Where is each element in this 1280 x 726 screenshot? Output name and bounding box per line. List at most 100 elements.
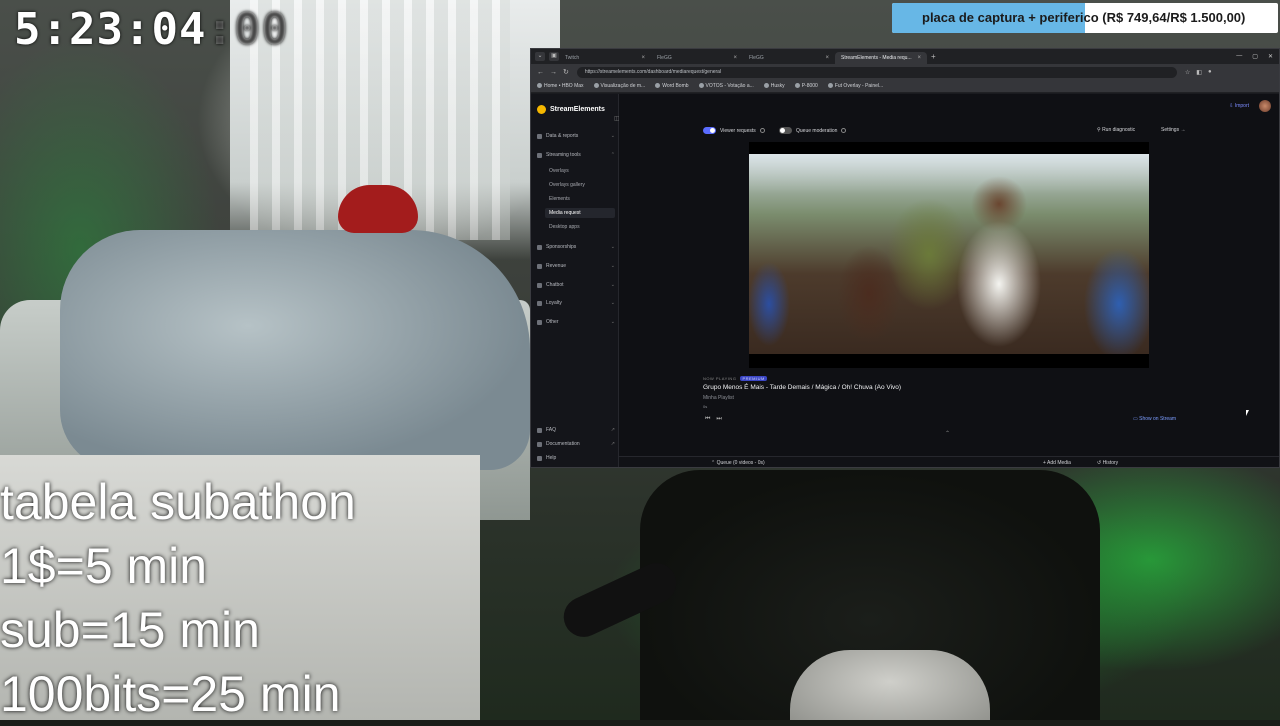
video-player[interactable]	[749, 142, 1149, 368]
sidebar-item-data-reports[interactable]: Data & reports ⌄	[537, 131, 615, 141]
now-playing-label: NOW PLAYING PREMIUM	[703, 376, 767, 381]
reload-icon[interactable]: ↻	[563, 68, 569, 76]
forward-icon[interactable]: →	[550, 69, 557, 76]
queue-bar: ⌃ Queue (0 videos - 0s) + Add Media ↺ Hi…	[619, 456, 1279, 467]
sidebar-item-desktop-apps[interactable]: Desktop apps	[545, 222, 615, 232]
info-icon[interactable]	[759, 128, 765, 133]
tab-streamelements[interactable]: StreamElements - Media requ... ×	[835, 52, 927, 64]
sidebar-item-streaming-tools[interactable]: Streaming tools ⌃	[537, 150, 615, 160]
run-diagnostic-label: Run diagnostic	[1102, 127, 1136, 133]
bookmark[interactable]: Fut Overlay - Painel...	[827, 83, 884, 89]
skip-forward-icon[interactable]: ⏭	[716, 416, 721, 423]
browser-window: ⌄ ▣ Twitch × FleGG × FleGG × StreamElements…	[530, 48, 1280, 468]
bookmark[interactable]: VOTOS - Votação a...	[698, 83, 754, 89]
bookmark-icon	[537, 83, 542, 89]
settings-button[interactable]: Settings →	[1161, 127, 1185, 133]
table-line: 100bits=25 min	[0, 666, 341, 722]
queue-label: Queue (0 videos - 0s)	[716, 460, 765, 466]
new-tab-icon[interactable]: +	[931, 52, 936, 61]
chevron-down-icon: ⌄	[610, 133, 615, 139]
close-icon[interactable]: ×	[825, 55, 829, 61]
sleeping-person-head	[338, 185, 418, 233]
tab-flegg-2[interactable]: FleGG ×	[743, 52, 835, 64]
close-icon[interactable]: ×	[641, 55, 645, 61]
run-diagnostic-button[interactable]: ⚲ Run diagnostic	[1097, 127, 1135, 133]
info-icon[interactable]	[841, 128, 847, 133]
blanket	[60, 230, 530, 470]
import-button[interactable]: ⇩ Import	[1229, 103, 1249, 109]
tab-label: FleGG	[749, 55, 764, 61]
streamelements-logo[interactable]: StreamElements	[537, 105, 605, 114]
sidebar-item-overlays-gallery[interactable]: Overlays gallery	[545, 180, 615, 190]
history-button[interactable]: ↺ History	[1097, 460, 1118, 466]
sidebar-item-label: Help	[546, 455, 557, 461]
cloth	[790, 650, 990, 720]
sidebar-item-loyalty[interactable]: Loyalty ⌄	[537, 298, 615, 308]
toggle-label: Viewer requests	[720, 127, 756, 134]
sidebar-item-documentation[interactable]: Documentation ↗	[537, 439, 615, 449]
bookmark-label: Fut Overlay - Painel...	[834, 83, 884, 89]
sidebar-item-media-request[interactable]: Media request	[545, 208, 615, 218]
viewer-requests-toggle[interactable]: Viewer requests	[703, 127, 765, 134]
profile-icon[interactable]: ●	[1208, 69, 1212, 76]
bookmark-label: P-8000	[801, 83, 818, 89]
star-icon[interactable]: ☆	[1185, 69, 1190, 76]
top-actions: ⇩ Import	[1229, 100, 1271, 112]
close-icon[interactable]: ×	[917, 55, 921, 61]
tab-label: StreamElements - Media requ...	[841, 55, 912, 61]
tab-flegg[interactable]: FleGG ×	[651, 52, 743, 64]
playlist-name: Minha Playlist	[703, 395, 734, 401]
sidebar-item-other[interactable]: Other ⌄	[537, 317, 615, 327]
faq-icon	[537, 427, 542, 433]
minimize-icon[interactable]: —	[1236, 53, 1242, 60]
bookmark[interactable]: Husky	[763, 83, 785, 89]
back-icon[interactable]: ←	[537, 69, 544, 76]
sidebar-item-chatbot[interactable]: Chatbot ⌄	[537, 280, 615, 290]
url-field[interactable]: https://streamelements.com/dashboard/med…	[576, 66, 1177, 78]
queue-moderation-toggle[interactable]: Queue moderation	[779, 127, 847, 134]
close-icon[interactable]: ×	[733, 55, 737, 61]
bookmark-label: Home • HBO Max	[544, 83, 584, 89]
sidebar-item-faq[interactable]: FAQ ↗	[537, 425, 615, 435]
skip-back-icon[interactable]: ⏮	[705, 416, 710, 423]
toggle-switch[interactable]	[703, 127, 716, 134]
streamelements-logo-icon	[537, 105, 546, 114]
tab-twitch[interactable]: Twitch ×	[559, 52, 651, 64]
sidebar-item-elements[interactable]: Elements	[545, 194, 615, 204]
chevron-up-icon[interactable]: ⌃	[945, 430, 950, 437]
tools-icon	[537, 152, 542, 158]
chevron-down-icon: ⌄	[610, 263, 615, 269]
bookmark[interactable]: P-8000	[794, 83, 818, 89]
external-link-icon: ↗	[610, 441, 615, 447]
bookmark-icon	[827, 83, 833, 89]
show-on-stream-button[interactable]: ▭ Show on Stream	[1133, 416, 1176, 422]
loyalty-icon	[537, 300, 542, 306]
add-media-button[interactable]: + Add Media	[1043, 460, 1071, 466]
tab-menu-icon[interactable]: ⌄	[535, 52, 545, 61]
bookmark-label: Husky	[770, 83, 785, 89]
maximize-icon[interactable]: ▢	[1252, 53, 1258, 60]
sidebar-item-sponsorships[interactable]: Sponsorships ⌄	[537, 242, 615, 252]
sidebar-item-help[interactable]: Help	[537, 453, 615, 463]
sidebar-item-revenue[interactable]: Revenue ⌄	[537, 261, 615, 271]
bookmark[interactable]: Word Bomb	[655, 83, 689, 89]
video-glare	[749, 154, 1149, 194]
tab-overview-icon[interactable]: ▣	[549, 52, 559, 61]
bookmark[interactable]: Visualização de m...	[593, 83, 645, 89]
goal-text: placa de captura + periferico (R$ 749,64…	[922, 10, 1246, 25]
bookmark[interactable]: Home • HBO Max	[537, 83, 584, 89]
bookmark-label: Word Bomb	[662, 83, 689, 89]
queue-toggle[interactable]: ⌃ Queue (0 videos - 0s)	[711, 460, 765, 466]
sponsor-icon	[537, 244, 542, 250]
mouse-cursor	[1246, 410, 1249, 416]
avatar[interactable]	[1259, 100, 1271, 112]
subathon-timer: 5:23:04:00	[14, 4, 289, 55]
sidebar-item-overlays[interactable]: Overlays	[545, 166, 615, 176]
chatbot-icon	[537, 282, 542, 288]
bookmarks-bar: Home • HBO Max Visualização de m... Word…	[531, 80, 1279, 93]
goal-bar: placa de captura + periferico (R$ 749,64…	[892, 3, 1278, 33]
close-window-icon[interactable]: ✕	[1268, 53, 1273, 60]
extension-icon[interactable]: ◧	[1196, 69, 1202, 76]
toggle-switch[interactable]	[779, 127, 792, 134]
now-playing-badge: PREMIUM	[740, 376, 767, 381]
